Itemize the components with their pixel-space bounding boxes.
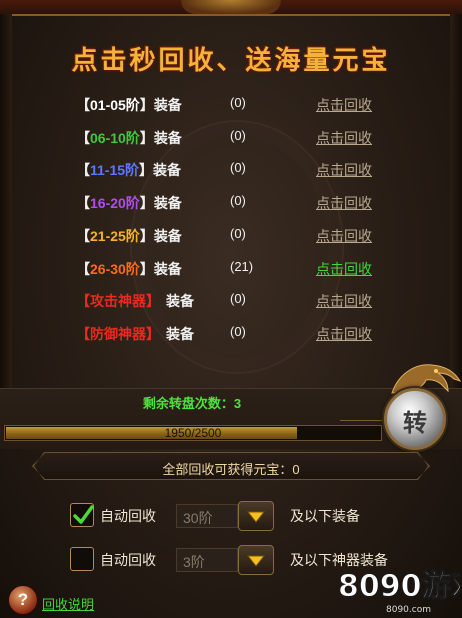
panel-title: 点击秒回收、送海量元宝 bbox=[71, 46, 391, 76]
triangle-down-icon bbox=[247, 511, 265, 523]
artifact-tier-select[interactable]: 3阶 bbox=[176, 545, 274, 575]
item-count: (0) bbox=[230, 95, 246, 110]
logo-number: 8090游戏 bbox=[338, 569, 460, 604]
auto-recycle-label: 自动回收 bbox=[100, 552, 156, 568]
artifact-tier-value: 3阶 bbox=[176, 548, 238, 572]
tier-range: 16-20阶 bbox=[90, 195, 140, 212]
tier-range: 26-30阶 bbox=[90, 260, 140, 277]
total-reward-text: 全部回收可获得元宝：0 bbox=[162, 462, 300, 477]
auto-recycle-artifact-checkbox[interactable] bbox=[70, 547, 94, 571]
item-count: (0) bbox=[230, 323, 246, 339]
question-icon: ? bbox=[17, 590, 29, 609]
recycle-link[interactable]: 点击回收 bbox=[316, 291, 372, 311]
tier-range: 攻击神器 bbox=[90, 293, 146, 310]
progress-text: 1950/2500 bbox=[164, 426, 222, 440]
tier-label: 【16-20阶】装备 bbox=[76, 195, 182, 212]
help-button[interactable]: ? bbox=[8, 585, 38, 615]
recycle-row: 【06-10阶】装备 (0) 点击回收 bbox=[0, 128, 462, 148]
equipment-tier-select[interactable]: 30阶 bbox=[176, 501, 274, 531]
progress-bar: 1950/2500 bbox=[4, 425, 382, 441]
tier-label: 【01-05阶】装备 bbox=[76, 97, 182, 113]
auto-recycle-label: 自动回收 bbox=[100, 508, 156, 524]
item-count: (0) bbox=[230, 127, 246, 143]
total-reward-banner: 全部回收可获得元宝：0 bbox=[32, 452, 430, 480]
tier-label: 【21-25阶】装备 bbox=[76, 227, 182, 244]
recycle-row: 【21-25阶】装备 (0) 点击回收 bbox=[0, 226, 462, 246]
equipment-tier-suffix: 及以下装备 bbox=[290, 508, 360, 524]
tier-suffix: 装备 bbox=[166, 325, 194, 342]
recycle-row: 【26-30阶】装备 (21) 点击回收 bbox=[0, 259, 462, 279]
tier-suffix: 装备 bbox=[153, 195, 182, 212]
tier-label: 【攻击神器】 装备 bbox=[76, 293, 194, 310]
tier-suffix: 装备 bbox=[153, 97, 182, 113]
tier-label: 【11-15阶】装备 bbox=[76, 162, 182, 179]
tier-label: 【26-30阶】装备 bbox=[76, 260, 182, 277]
top-ornament bbox=[181, 0, 281, 14]
auto-recycle-equipment-checkbox[interactable] bbox=[70, 503, 94, 527]
top-frame bbox=[0, 0, 462, 16]
recycle-row: 【11-15阶】装备 (0) 点击回收 bbox=[0, 160, 462, 180]
tier-suffix: 装备 bbox=[153, 129, 182, 146]
recycle-link[interactable]: 点击回收 bbox=[316, 226, 372, 246]
auto-recycle-equipment-option: 自动回收 30阶 及以下装备 bbox=[0, 501, 462, 531]
brand-logo: 8090游戏 8090.com bbox=[338, 569, 461, 616]
artifact-tier-dropdown-button[interactable] bbox=[238, 545, 274, 575]
spin-button-label: 转 bbox=[403, 408, 427, 437]
item-count: (0) bbox=[230, 160, 246, 176]
recycle-row: 【防御神器】 装备 (0) 点击回收 bbox=[0, 324, 462, 344]
item-count: (0) bbox=[230, 193, 246, 209]
tier-suffix: 装备 bbox=[153, 260, 182, 277]
spin-button[interactable]: 转 bbox=[384, 388, 446, 450]
recycle-row: 【攻击神器】 装备 (0) 点击回收 bbox=[0, 291, 462, 311]
recycle-link[interactable]: 点击回收 bbox=[316, 128, 372, 148]
recycle-link[interactable]: 点击回收 bbox=[316, 259, 372, 279]
tier-suffix: 装备 bbox=[153, 227, 182, 244]
equipment-tier-dropdown-button[interactable] bbox=[238, 501, 274, 531]
remaining-spins: 剩余转盘次数：3 bbox=[142, 396, 242, 411]
check-icon bbox=[73, 505, 94, 524]
item-count: (21) bbox=[230, 258, 254, 274]
recycle-row: 【16-20阶】装备 (0) 点击回收 bbox=[0, 193, 462, 213]
recycle-panel: 点击秒回收、送海量元宝 【01-05阶】装备 (0) 点击回收 【06-10阶】装备(… bbox=[0, 0, 462, 618]
tier-range: 21-25阶 bbox=[90, 227, 140, 244]
tier-range: 11-15阶 bbox=[90, 162, 140, 179]
tier-range: 防御神器 bbox=[90, 325, 146, 342]
triangle-down-icon bbox=[247, 555, 265, 567]
recycle-link[interactable]: 点击回收 bbox=[316, 160, 372, 180]
tier-suffix: 装备 bbox=[166, 293, 194, 310]
item-count: (0) bbox=[230, 225, 246, 241]
recycle-link[interactable]: 点击回收 bbox=[316, 95, 372, 115]
recycle-link[interactable]: 点击回收 bbox=[316, 193, 372, 213]
tier-label: 【06-10阶】装备 bbox=[76, 129, 182, 146]
logo-subtext: 8090.com bbox=[386, 605, 431, 615]
equipment-tier-value: 30阶 bbox=[176, 504, 238, 528]
recycle-help-link[interactable]: 回收说明 bbox=[42, 594, 94, 613]
tier-range: 06-10阶 bbox=[90, 129, 140, 146]
tier-label: 【防御神器】 装备 bbox=[76, 325, 194, 342]
recycle-link[interactable]: 点击回收 bbox=[316, 324, 372, 344]
item-count: (0) bbox=[230, 291, 246, 307]
tier-range: 01-05阶 bbox=[90, 97, 140, 113]
recycle-row: 【01-05阶】装备 (0) 点击回收 bbox=[0, 95, 462, 115]
tier-suffix: 装备 bbox=[153, 162, 182, 179]
